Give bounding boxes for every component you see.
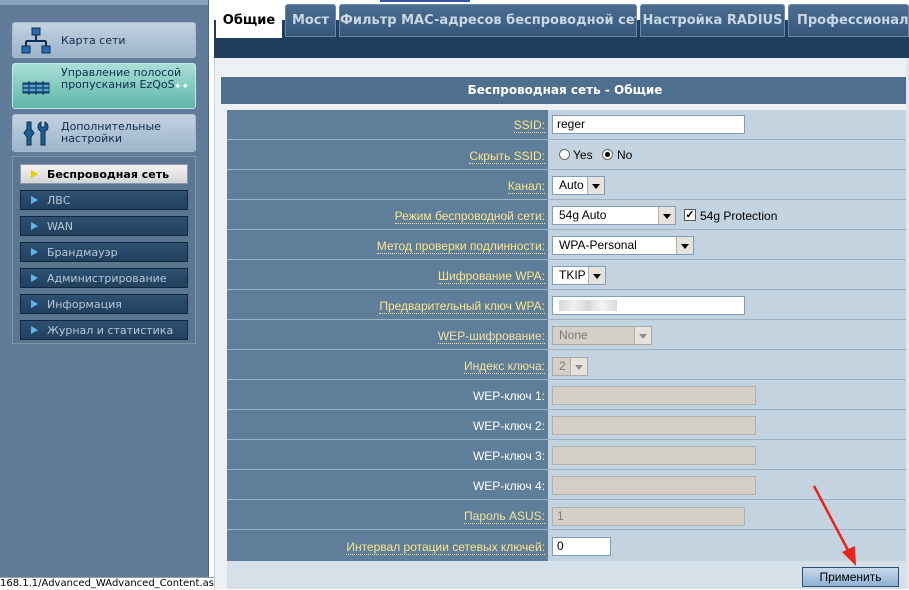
sparkle-icon: ✦✦ bbox=[173, 81, 189, 91]
wireless-mode-label: Режим беспроводной сети: bbox=[394, 209, 545, 224]
wep-encryption-value: None bbox=[559, 328, 588, 342]
menu-item-label: WAN bbox=[47, 220, 74, 233]
sidebar-item-administration[interactable]: Администрирование bbox=[20, 268, 188, 288]
key-index-select[interactable]: 2 bbox=[552, 357, 588, 376]
apply-button[interactable]: Применить bbox=[802, 567, 899, 587]
arrow-right-icon bbox=[31, 222, 38, 230]
sidebar-item-label: Дополнительные настройки bbox=[61, 120, 161, 145]
wpa-encryption-select[interactable]: TKIP bbox=[552, 266, 606, 285]
arrow-right-icon bbox=[31, 170, 38, 178]
chevron-down-icon bbox=[587, 177, 604, 194]
network-map-icon bbox=[21, 27, 51, 54]
tab-radius[interactable]: Настройка RADIUS bbox=[640, 4, 785, 37]
menu-item-label: Беспроводная сеть bbox=[47, 168, 170, 181]
wireless-mode-value: 54g Auto bbox=[559, 208, 607, 222]
tab-general[interactable]: Общие bbox=[216, 4, 282, 38]
asus-password-label: Пароль ASUS: bbox=[464, 509, 545, 524]
chevron-down-icon bbox=[634, 327, 651, 344]
masked-key bbox=[559, 300, 617, 311]
chevron-down-icon bbox=[658, 207, 675, 224]
bandwidth-control-icon bbox=[22, 81, 50, 95]
wpa-encryption-label: Шифрование WPA: bbox=[438, 269, 545, 284]
auth-method-label: Метод проверки подлинности: bbox=[376, 239, 545, 254]
browser-status-bar: 168.1.1/Advanced_WAdvanced_Content.asp bbox=[0, 577, 222, 590]
wep-key-4-label: WEP-ключ 4: bbox=[472, 479, 545, 493]
wep-key-1-label: WEP-ключ 1: bbox=[472, 389, 545, 403]
54g-protection-checkbox[interactable]: ✓ bbox=[684, 209, 696, 221]
asus-password-input[interactable]: 1 bbox=[552, 507, 745, 526]
hide-ssid-yes-radio[interactable] bbox=[559, 149, 570, 160]
sidebar-item-ezqos[interactable]: Управление полосой пропускания EzQoS ✦✦ bbox=[12, 63, 196, 109]
menu-item-label: Брандмауэр bbox=[47, 246, 118, 259]
auth-method-value: WPA-Personal bbox=[559, 238, 637, 252]
top-accent-line bbox=[380, 0, 470, 2]
sidebar-item-lan[interactable]: ЛВС bbox=[20, 190, 188, 210]
sidebar-item-network-map[interactable]: Карта сети bbox=[12, 22, 196, 58]
arrow-right-icon bbox=[31, 274, 38, 282]
wep-key-4-input[interactable] bbox=[552, 476, 756, 495]
hide-ssid-no-label: No bbox=[617, 148, 633, 162]
sidebar-item-wireless[interactable]: Беспроводная сеть bbox=[20, 164, 188, 184]
tab-bridge[interactable]: Мост bbox=[285, 4, 336, 37]
tab-professional[interactable]: Профессиональ bbox=[788, 4, 909, 37]
sidebar-item-wan[interactable]: WAN bbox=[20, 216, 188, 236]
key-rotation-label: Интервал ротации сетевых ключей: bbox=[346, 540, 545, 555]
sidebar-item-log[interactable]: Журнал и статистика bbox=[20, 320, 188, 340]
key-rotation-input[interactable]: 0 bbox=[552, 537, 611, 556]
wep-key-3-input[interactable] bbox=[552, 446, 756, 465]
wpa-psk-input[interactable] bbox=[552, 296, 745, 315]
wep-encryption-label: WEP-шифрование: bbox=[437, 329, 545, 344]
arrow-right-icon bbox=[31, 196, 38, 204]
channel-label: Канал: bbox=[507, 179, 545, 194]
sidebar-item-label: Управление полосой пропускания EzQoS bbox=[61, 66, 182, 91]
menu-item-label: Информация bbox=[47, 298, 122, 311]
arrow-right-icon bbox=[31, 326, 38, 334]
sidebar-top-strip bbox=[0, 0, 208, 5]
sidebar-item-firewall[interactable]: Брандмауэр bbox=[20, 242, 188, 262]
advanced-settings-icon bbox=[23, 121, 49, 146]
menu-item-label: Администрирование bbox=[47, 272, 167, 285]
wep-key-1-input[interactable] bbox=[552, 386, 756, 405]
channel-select[interactable]: Auto bbox=[552, 176, 605, 195]
sidebar-item-label: Карта сети bbox=[61, 34, 126, 47]
menu-item-label: ЛВС bbox=[47, 194, 71, 207]
54g-protection-label: 54g Protection bbox=[700, 209, 778, 223]
sidebar-item-advanced[interactable]: Дополнительные настройки bbox=[12, 114, 196, 152]
chevron-down-icon bbox=[676, 237, 693, 254]
wep-key-2-label: WEP-ключ 2: bbox=[472, 419, 545, 433]
auth-method-select[interactable]: WPA-Personal bbox=[552, 236, 694, 255]
wireless-mode-select[interactable]: 54g Auto bbox=[552, 206, 676, 225]
section-title: Беспроводная сеть - Общие bbox=[221, 77, 909, 104]
ssid-label: SSID: bbox=[513, 118, 545, 133]
wpa-encryption-value: TKIP bbox=[559, 268, 586, 282]
wep-key-3-label: WEP-ключ 3: bbox=[472, 449, 545, 463]
wep-key-2-input[interactable] bbox=[552, 416, 756, 435]
channel-value: Auto bbox=[559, 178, 584, 192]
hide-ssid-label: Скрыть SSID: bbox=[469, 149, 545, 164]
key-index-label: Индекс ключа: bbox=[463, 359, 545, 374]
chevron-down-icon bbox=[570, 358, 587, 375]
ssid-input[interactable]: reger bbox=[552, 115, 745, 134]
menu-item-label: Журнал и статистика bbox=[47, 324, 174, 337]
red-arrow-annotation bbox=[812, 485, 856, 566]
sidebar-item-information[interactable]: Информация bbox=[20, 294, 188, 314]
chevron-down-icon bbox=[588, 267, 605, 284]
hide-ssid-yes-label: Yes bbox=[573, 148, 593, 162]
arrow-right-icon bbox=[31, 300, 38, 308]
hide-ssid-no-radio[interactable] bbox=[602, 149, 613, 160]
wpa-psk-label: Предварительный ключ WPA: bbox=[379, 299, 545, 314]
key-index-value: 2 bbox=[559, 359, 566, 373]
wep-encryption-select[interactable]: None bbox=[552, 326, 652, 345]
tab-mac-filter[interactable]: Фильтр MAC-адресов беспроводной сети bbox=[339, 4, 637, 37]
arrow-right-icon bbox=[31, 248, 38, 256]
